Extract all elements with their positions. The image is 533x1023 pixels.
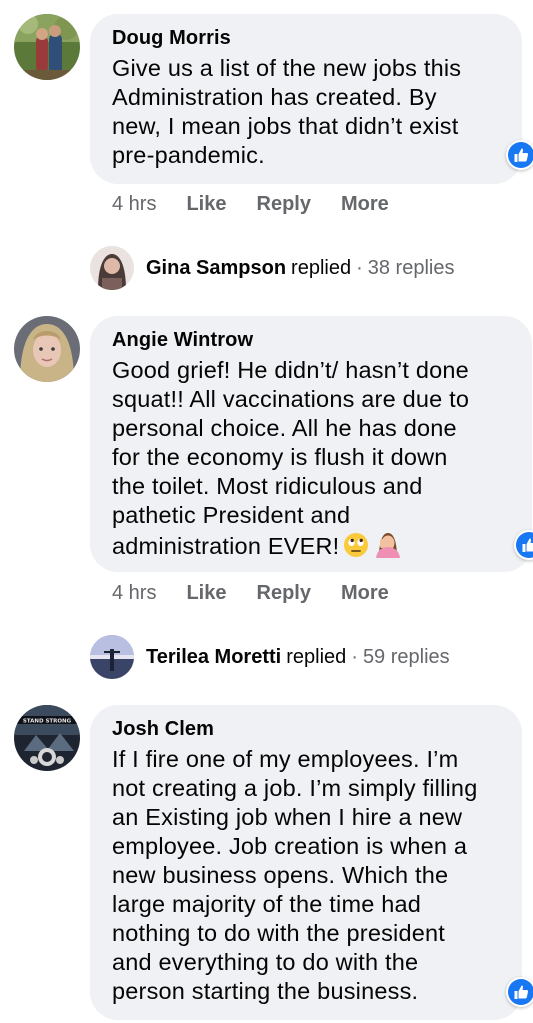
like-reaction-icon[interactable] (506, 977, 533, 1007)
comment-bubble: Josh Clem If I fire one of my employees.… (90, 705, 522, 1020)
comment-josh-clem: STAND STRONG Josh Clem If I fire one of … (0, 0, 533, 1023)
avatar[interactable]: STAND STRONG (14, 705, 80, 771)
comment-author[interactable]: Josh Clem (112, 717, 506, 741)
avatar-caption: STAND STRONG (23, 719, 72, 725)
comment-text: If I fire one of my employees. I’m not c… (112, 746, 478, 1004)
